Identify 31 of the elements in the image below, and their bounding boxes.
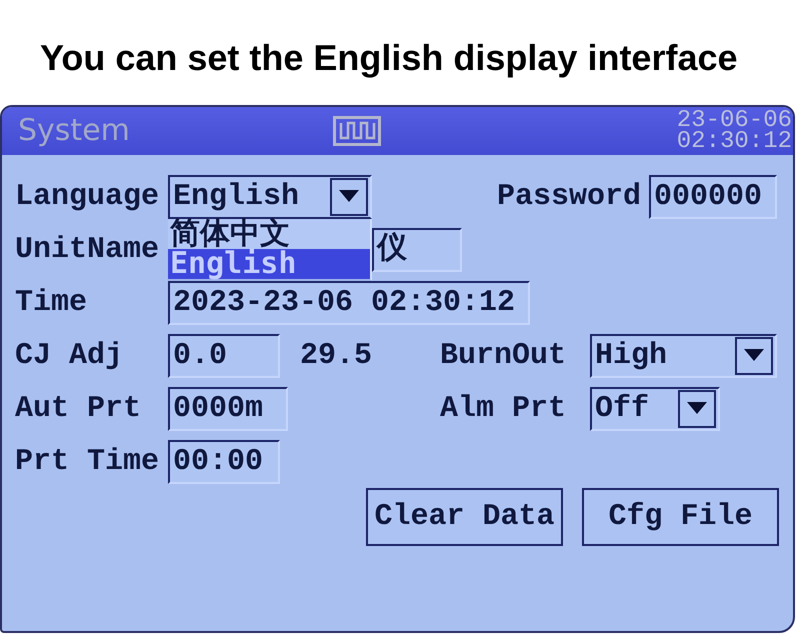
date-text: 23-06-06 [676,110,792,131]
burnout-dropdown[interactable]: High [590,334,777,378]
alarm-print-dropdown[interactable]: Off [590,387,720,431]
field-label: UnitName [15,233,160,267]
dropdown-option[interactable]: English [168,249,370,279]
caption-text: You can set the English display interface [40,37,738,79]
field-label: CJ Adj [15,339,124,373]
time-field[interactable]: 2023-23-06 02:30:12 [168,281,530,325]
field-label: Alm Prt [440,392,568,426]
field-label: Time [15,286,88,320]
field-label: Language [15,180,160,214]
caret-icon [735,337,773,375]
clear-data-button[interactable]: Clear Data [366,488,563,546]
print-time-field[interactable]: 00:00 [168,440,280,484]
field-label: Prt Time [15,445,160,479]
auto-print-field[interactable]: 0000m [168,387,288,431]
unit-name-field[interactable]: 仪 [372,228,462,272]
cj-adjust-field[interactable]: 0.0 [168,334,280,378]
field-label: Aut Prt [15,392,142,426]
dropdown-option[interactable]: 简体中文 [168,219,370,249]
caret-icon [678,390,716,428]
config-file-button[interactable]: Cfg File [582,488,779,546]
time-text: 02:30:12 [676,131,792,152]
caret-icon [330,178,368,216]
password-field[interactable]: 000000 [649,175,777,219]
language-dropdown[interactable]: English [168,175,372,219]
reading-value: 29.5 [300,339,372,373]
field-label: BurnOut [440,339,568,373]
square-wave-icon [332,116,381,146]
field-label: Password [497,180,642,214]
window-title: System [18,113,130,149]
